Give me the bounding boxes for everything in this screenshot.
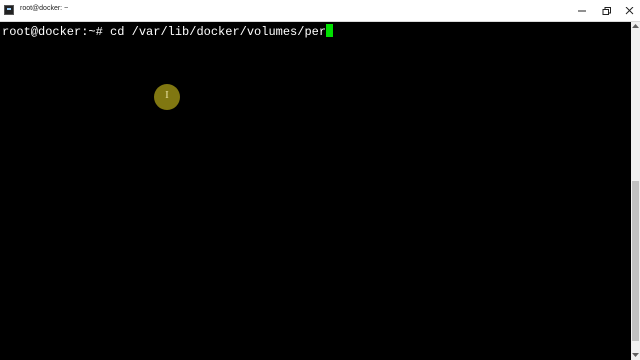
close-icon [625,7,634,15]
chevron-up-icon [632,24,639,28]
command-line[interactable]: root@docker:~# cd /var/lib/docker/volume… [2,24,334,39]
minimize-button[interactable] [570,0,594,22]
vertical-scrollbar[interactable] [631,22,640,360]
terminal-area[interactable]: root@docker:~# cd /var/lib/docker/volume… [0,22,631,360]
window-title: root@docker: ~ [20,5,69,12]
terminal-icon[interactable] [4,5,14,15]
close-button[interactable] [618,0,640,22]
minimize-icon [578,10,586,12]
scroll-down-button[interactable] [631,351,640,360]
scroll-up-button[interactable] [631,22,640,31]
maximize-button[interactable] [595,0,619,22]
mouse-cursor-highlight: I [154,84,180,110]
scrollbar-thumb[interactable] [632,181,639,342]
chevron-down-icon [632,353,639,357]
shell-prompt: root@docker:~# [2,25,111,39]
command-input[interactable]: cd /var/lib/docker/volumes/per [110,25,326,39]
title-bar[interactable]: root@docker: ~ [0,0,640,22]
text-cursor [326,24,334,37]
terminal-window: root@docker: ~ root@docker:~# cd /var/li… [0,0,640,360]
text-cursor-icon: I [165,89,169,101]
maximize-icon [602,7,611,15]
